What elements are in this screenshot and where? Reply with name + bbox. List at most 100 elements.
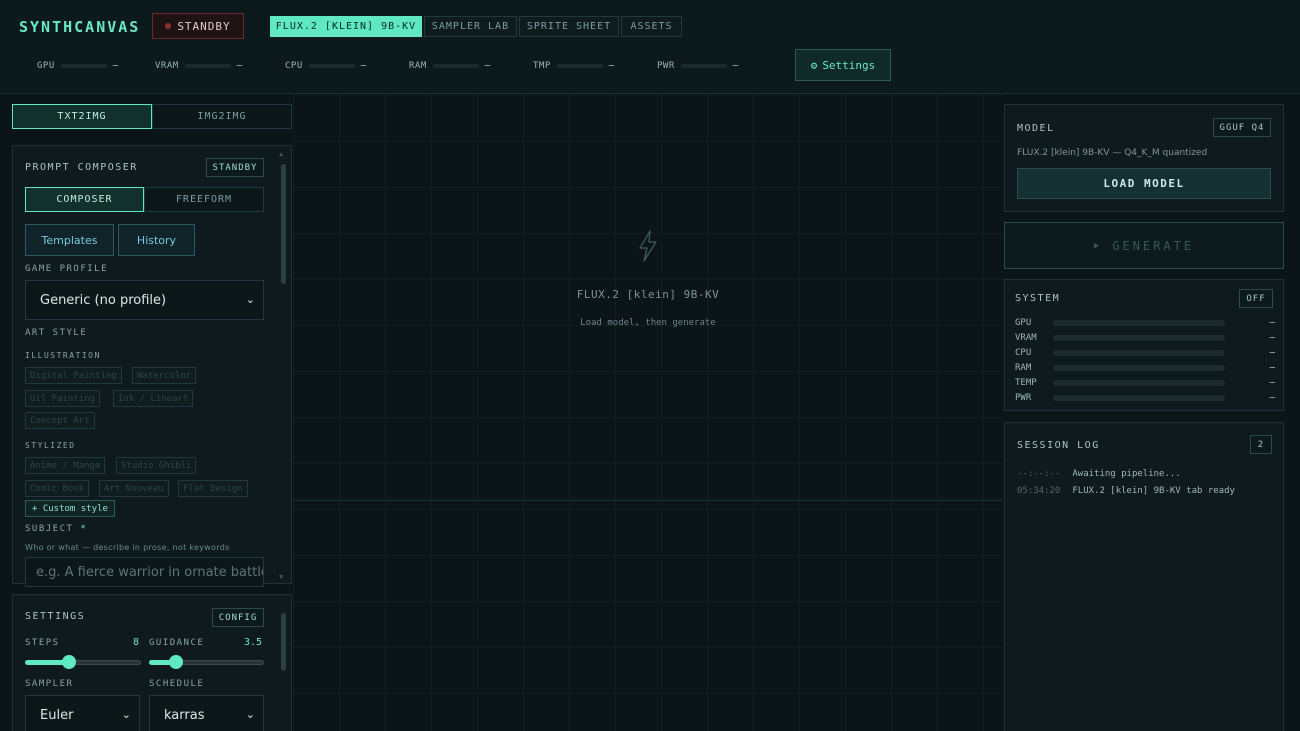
schedule-label: SCHEDULE <box>149 679 205 689</box>
header-stat-cpu: CPU – <box>285 60 367 72</box>
system-row-gpu: GPU – <box>1015 318 1275 328</box>
tab-assets[interactable]: ASSETS <box>621 16 682 37</box>
scroll-thumb[interactable] <box>281 164 286 284</box>
system-row-vram: VRAM – <box>1015 333 1275 343</box>
prompt-composer-panel: PROMPT COMPOSER STANDBY COMPOSER FREEFOR… <box>12 145 292 584</box>
slider-knob[interactable] <box>169 655 183 669</box>
row-value: – <box>1269 348 1275 358</box>
composer-scrollbar[interactable]: ▲ ▼ <box>279 150 287 581</box>
subject-input[interactable]: e.g. A fierce warrior in ornate battle <box>25 557 264 587</box>
tab-composer[interactable]: COMPOSER <box>25 187 144 212</box>
header-stat-gpu: GPU – <box>37 60 119 72</box>
stat-label: VRAM <box>155 61 179 71</box>
history-button[interactable]: History <box>118 224 195 256</box>
style-chip[interactable]: Art Nouveau <box>99 480 169 497</box>
row-value: – <box>1269 318 1275 328</box>
system-row-pwr: PWR – <box>1015 393 1275 403</box>
style-chip[interactable]: Comic Book <box>25 480 90 497</box>
panel-title: SESSION LOG <box>1017 440 1100 451</box>
settings-button[interactable]: ⚙ Settings <box>795 49 891 81</box>
style-chip[interactable]: Digital Painting <box>25 367 122 384</box>
model-panel: MODEL GGUF Q4 FLUX.2 [klein] 9B-KV — Q4_… <box>1004 104 1284 212</box>
app-brand: SYNTHCANVAS <box>19 18 141 36</box>
canvas-model-title: FLUX.2 [klein] 9B-KV <box>576 288 720 301</box>
stat-bar <box>60 64 107 68</box>
row-value: – <box>1269 378 1275 388</box>
tab-freeform[interactable]: FREEFORM <box>144 187 264 212</box>
required-marker: * <box>80 524 88 534</box>
row-label: GPU <box>1015 318 1032 328</box>
stat-value: – <box>236 61 243 71</box>
usage-bar <box>1053 380 1225 386</box>
subject-hint: Who or what — describe in prose, not key… <box>25 543 230 552</box>
style-chip[interactable]: Watercolor <box>132 367 197 384</box>
panel-title: SETTINGS <box>25 611 86 622</box>
canvas-divider <box>293 500 1003 501</box>
settings-panel: SETTINGS CONFIG STEPS 8 GUIDANCE 3.5 SAM… <box>12 594 292 731</box>
load-model-button[interactable]: LOAD MODEL <box>1017 168 1271 199</box>
scroll-down-icon[interactable]: ▼ <box>279 573 283 581</box>
sampler-select[interactable]: Euler ⌄ <box>25 695 140 731</box>
gear-icon: ⚙ <box>810 58 818 72</box>
usage-bar <box>1053 395 1225 401</box>
tab-img2img[interactable]: IMG2IMG <box>152 104 292 129</box>
stylized-label: STYLIZED <box>25 441 76 450</box>
system-status-badge: OFF <box>1239 289 1273 308</box>
stat-bar <box>184 64 231 68</box>
add-custom-style-button[interactable]: + Custom style <box>25 500 115 517</box>
log-time: --:--:-- <box>1017 469 1061 479</box>
log-entry: 05:34:20 FLUX.2 [klein] 9B-KV tab ready <box>1017 486 1235 496</box>
play-icon: ▶ <box>1093 240 1103 251</box>
row-label: VRAM <box>1015 333 1037 343</box>
game-profile-select[interactable]: Generic (no profile) ⌄ <box>25 280 264 320</box>
chevron-down-icon: ⌄ <box>245 292 255 306</box>
tab-label: FLUX.2 [KLEIN] 9B-KV <box>275 21 417 32</box>
stat-value: – <box>732 61 739 71</box>
stat-value: – <box>112 61 119 71</box>
usage-bar <box>1053 320 1225 326</box>
lightning-icon <box>634 230 662 265</box>
status-badge: STANDBY <box>152 13 244 39</box>
settings-scrollbar[interactable] <box>279 613 287 673</box>
slider-knob[interactable] <box>62 655 76 669</box>
steps-slider[interactable] <box>25 655 141 669</box>
tab-sprite-sheet[interactable]: SPRITE SHEET <box>519 16 619 37</box>
panel-title: SYSTEM <box>1015 293 1061 304</box>
style-chip[interactable]: Ink / Lineart <box>113 390 194 407</box>
stat-label: GPU <box>37 61 55 71</box>
chevron-down-icon: ⌄ <box>245 707 255 721</box>
style-chip[interactable]: Studio Ghibli <box>116 457 197 474</box>
composer-mode-toggle: COMPOSER FREEFORM <box>25 187 264 212</box>
style-chip[interactable]: Oil Painting <box>25 390 101 407</box>
system-row-temp: TEMP – <box>1015 378 1275 388</box>
subject-label: SUBJECT * <box>25 524 87 534</box>
guidance-slider[interactable] <box>149 655 264 669</box>
generate-label: GENERATE <box>1112 238 1195 253</box>
stat-label: CPU <box>285 61 303 71</box>
style-chip[interactable]: Concept Art <box>25 412 95 429</box>
style-chip[interactable]: Anime / Manga <box>25 457 106 474</box>
model-description: FLUX.2 [klein] 9B-KV — Q4_K_M quantized <box>1017 148 1208 158</box>
stat-label: RAM <box>409 61 427 71</box>
tab-flux-klein[interactable]: FLUX.2 [KLEIN] 9B-KV <box>270 16 422 37</box>
header-stat-ram: RAM – <box>409 60 491 72</box>
scroll-thumb[interactable] <box>281 613 286 671</box>
scroll-up-icon[interactable]: ▲ <box>279 150 283 158</box>
tab-txt2img[interactable]: TXT2IMG <box>12 104 152 129</box>
subject-label-text: SUBJECT <box>25 524 74 534</box>
schedule-select[interactable]: karras ⌄ <box>149 695 264 731</box>
guidance-value: 3.5 <box>244 637 263 648</box>
panel-title: MODEL <box>1017 123 1055 134</box>
game-profile-label: GAME PROFILE <box>25 264 109 274</box>
generate-button[interactable]: ▶ GENERATE <box>1004 222 1284 269</box>
templates-button[interactable]: Templates <box>25 224 114 256</box>
tab-sampler-lab[interactable]: SAMPLER LAB <box>424 16 517 37</box>
sampler-label: SAMPLER <box>25 679 74 689</box>
header-stat-tmp: TMP – <box>533 60 615 72</box>
usage-bar <box>1053 365 1225 371</box>
row-label: TEMP <box>1015 378 1037 388</box>
panel-title: PROMPT COMPOSER <box>25 162 138 173</box>
style-chip[interactable]: Flat Design <box>178 480 248 497</box>
steps-value: 8 <box>133 637 140 648</box>
image-canvas[interactable]: FLUX.2 [klein] 9B-KV Load model, then ge… <box>293 95 1003 731</box>
